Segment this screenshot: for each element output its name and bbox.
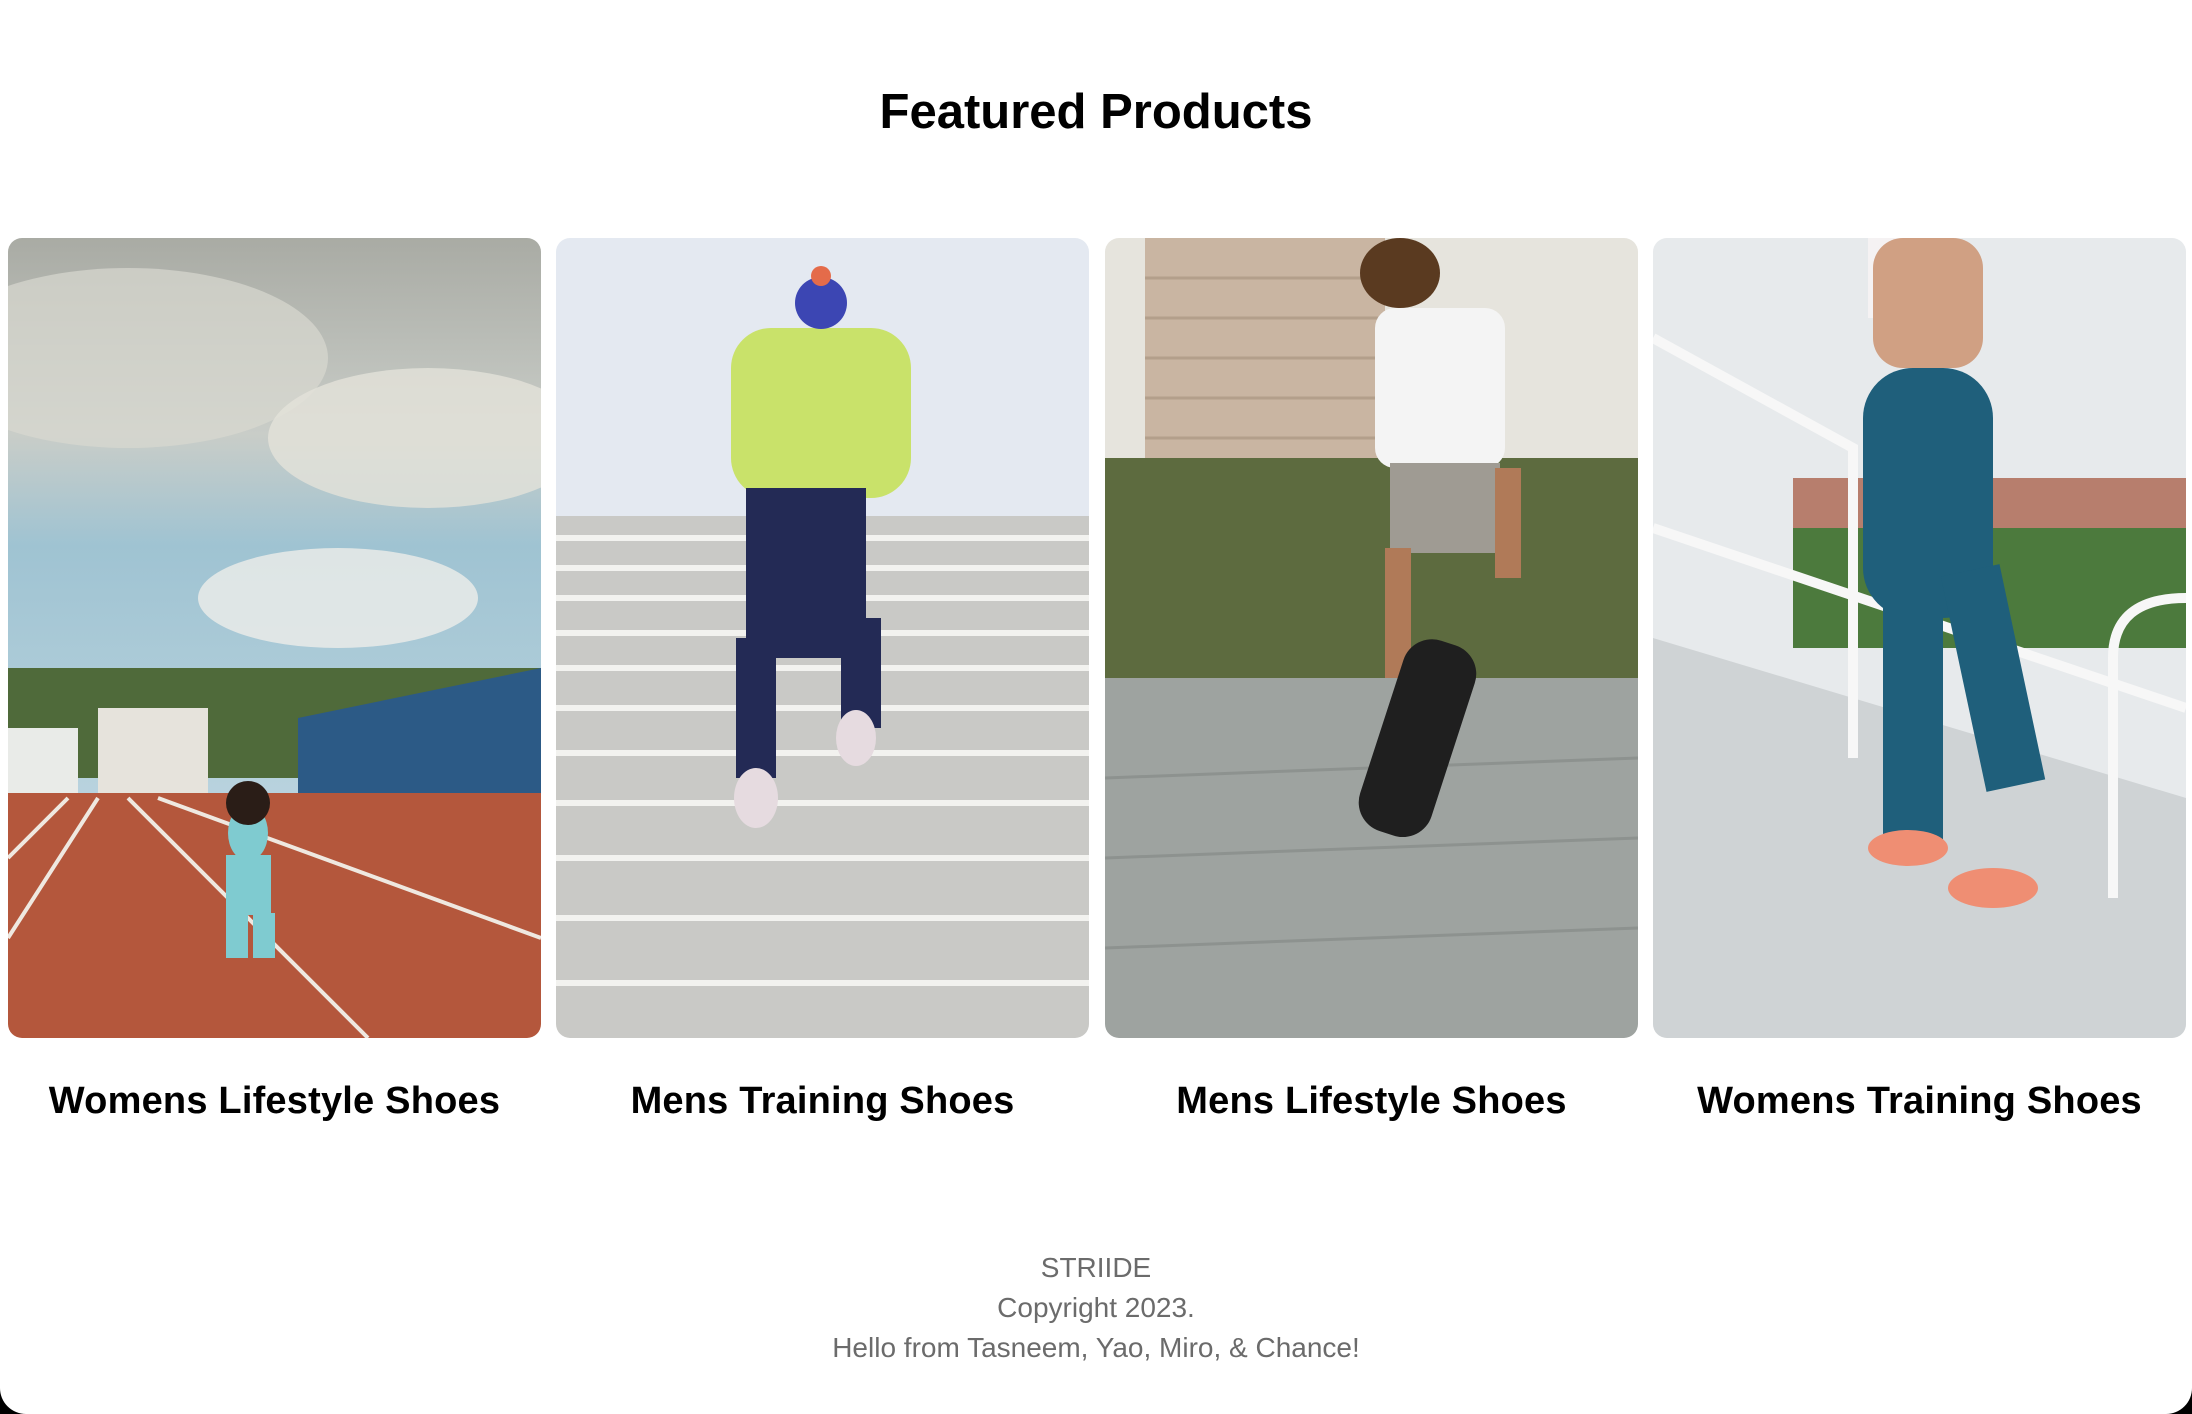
product-image[interactable] <box>8 238 541 1038</box>
product-image[interactable] <box>1653 238 2186 1038</box>
product-image[interactable] <box>556 238 1089 1038</box>
product-card-womens-lifestyle[interactable]: Womens Lifestyle Shoes <box>8 238 541 1123</box>
product-card-mens-lifestyle[interactable]: Mens Lifestyle Shoes <box>1105 238 1638 1123</box>
product-card-womens-training[interactable]: Womens Training Shoes <box>1653 238 2186 1123</box>
product-title[interactable]: Mens Lifestyle Shoes <box>1105 1080 1638 1123</box>
footer-greeting: Hello from Tasneem, Yao, Miro, & Chance! <box>832 1332 1360 1363</box>
product-image[interactable] <box>1105 238 1638 1038</box>
page: Featured Products Womens Lifestyle Shoes… <box>0 0 2192 1414</box>
footer-brand: STRIIDE <box>1040 1252 1152 1283</box>
product-title[interactable]: Womens Lifestyle Shoes <box>8 1080 541 1123</box>
footer-copyright: Copyright 2023. <box>997 1292 1195 1323</box>
product-title[interactable]: Womens Training Shoes <box>1653 1080 2186 1123</box>
product-card-mens-training[interactable]: Mens Training Shoes <box>556 238 1089 1123</box>
product-title[interactable]: Mens Training Shoes <box>556 1080 1089 1123</box>
footer: STRIIDE Copyright 2023. Hello from Tasne… <box>0 1248 2192 1368</box>
section-title: Featured Products <box>879 85 1313 139</box>
